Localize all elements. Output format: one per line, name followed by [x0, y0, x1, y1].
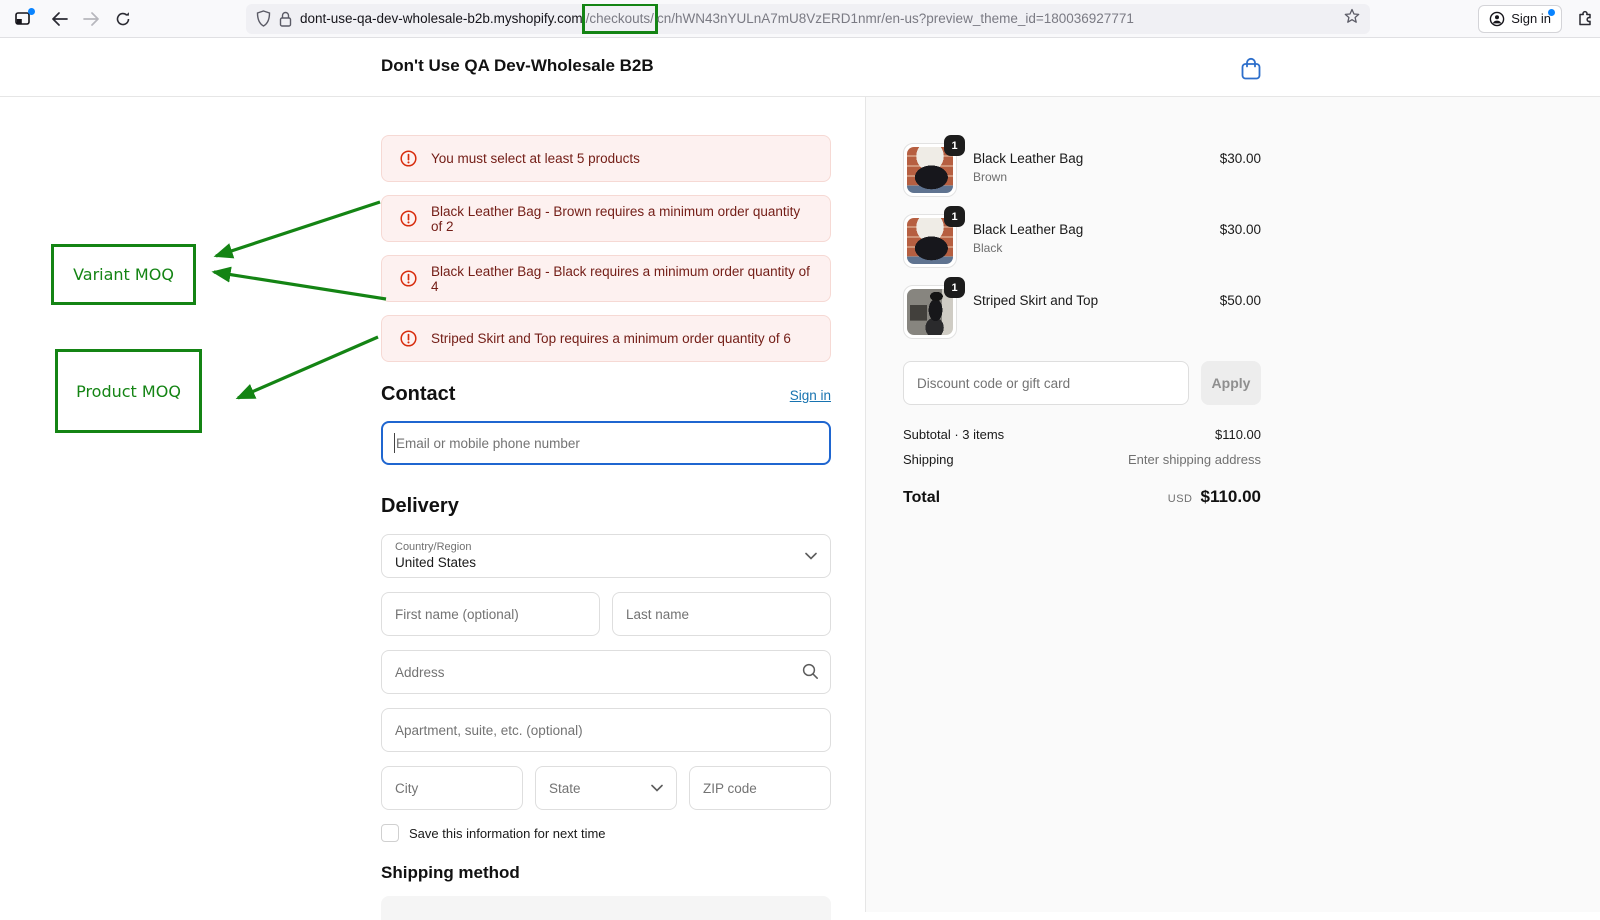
- currency-code: USD: [1168, 493, 1193, 505]
- save-info-label: Save this information for next time: [409, 826, 606, 841]
- error-message: Black Leather Bag - Brown requires a min…: [431, 204, 812, 234]
- product-variant: Black: [973, 241, 1220, 255]
- reload-button[interactable]: [108, 4, 138, 34]
- product-price: $50.00: [1220, 285, 1261, 308]
- product-variant: Brown: [973, 170, 1220, 184]
- browser-sign-in-label: Sign in: [1511, 11, 1551, 26]
- error-message: You must select at least 5 products: [431, 151, 640, 166]
- lock-icon[interactable]: [279, 11, 292, 27]
- order-summary-panel: 1 Black Leather Bag Brown $30.00 1 Black…: [865, 97, 1600, 912]
- discount-code-input[interactable]: [903, 361, 1189, 405]
- cart-item-black-leather-bag-black: 1 Black Leather Bag Black $30.00: [903, 214, 1261, 268]
- error-icon: [400, 330, 417, 347]
- apply-discount-button[interactable]: Apply: [1201, 361, 1261, 405]
- subtotal-value: $110.00: [1215, 427, 1261, 442]
- url-rest: cn/hWN43nYULnA7mU8VzERD1nmr/en-us?previe…: [657, 11, 1134, 26]
- shipping-method-heading: Shipping method: [381, 863, 831, 883]
- cart-item-black-leather-bag-brown: 1 Black Leather Bag Brown $30.00: [903, 143, 1261, 197]
- url-checkouts-segment: /checkouts/: [586, 11, 654, 26]
- extensions-icon[interactable]: [1570, 4, 1600, 34]
- annotation-variant-moq-label: Variant MOQ: [73, 265, 174, 284]
- state-placeholder: State: [549, 781, 581, 796]
- search-icon: [802, 663, 819, 680]
- notification-dot: [28, 8, 35, 15]
- product-thumbnail: 1: [903, 214, 957, 268]
- checkout-sign-in-link[interactable]: Sign in: [790, 388, 831, 403]
- country-select[interactable]: Country/Region United States: [381, 534, 831, 578]
- last-name-field[interactable]: [612, 592, 831, 636]
- back-button[interactable]: [44, 4, 74, 34]
- account-icon: [1489, 11, 1505, 27]
- tracking-shield-icon[interactable]: [256, 10, 271, 27]
- subtotal-label: Subtotal · 3 items: [903, 427, 1004, 442]
- error-icon: [400, 210, 417, 227]
- sign-in-notification-dot: [1548, 9, 1555, 16]
- apartment-field[interactable]: [381, 708, 831, 752]
- error-banner-min-products: You must select at least 5 products: [381, 135, 831, 182]
- error-icon: [400, 150, 417, 167]
- url-bar[interactable]: dont-use-qa-dev-wholesale-b2b.myshopify.…: [246, 4, 1370, 34]
- arrow-to-variant-moq-1: [216, 202, 380, 256]
- first-name-field[interactable]: [381, 592, 600, 636]
- checkout-header: Don't Use QA Dev-Wholesale B2B: [0, 38, 1600, 97]
- product-name: Black Leather Bag: [973, 222, 1220, 237]
- save-info-checkbox[interactable]: [381, 824, 399, 842]
- quantity-badge: 1: [944, 135, 965, 156]
- contact-heading: Contact: [381, 383, 455, 406]
- browser-sign-in-button[interactable]: Sign in: [1478, 5, 1562, 33]
- error-banner-product-moq: Striped Skirt and Top requires a minimum…: [381, 315, 831, 362]
- delivery-heading: Delivery: [381, 495, 459, 518]
- state-select[interactable]: State: [535, 766, 677, 810]
- forward-button[interactable]: [76, 4, 106, 34]
- error-message: Striped Skirt and Top requires a minimum…: [431, 331, 791, 346]
- product-thumbnail: 1: [903, 143, 957, 197]
- annotation-product-moq-label: Product MOQ: [76, 382, 181, 401]
- product-thumbnail: 1: [903, 285, 957, 339]
- store-title: Don't Use QA Dev-Wholesale B2B: [381, 56, 654, 76]
- text-caret: [394, 433, 395, 453]
- checkout-url-annotation-box: /checkouts/: [582, 4, 658, 34]
- total-label: Total: [903, 489, 940, 507]
- browser-toolbar: dont-use-qa-dev-wholesale-b2b.myshopify.…: [0, 0, 1600, 38]
- quantity-badge: 1: [944, 277, 965, 298]
- arrow-to-product-moq: [238, 337, 378, 398]
- annotation-variant-moq: Variant MOQ: [51, 244, 196, 305]
- checkout-form: You must select at least 5 products Blac…: [381, 135, 831, 920]
- country-label: Country/Region: [395, 541, 817, 553]
- error-message: Black Leather Bag - Black requires a min…: [431, 264, 812, 294]
- product-name: Striped Skirt and Top: [973, 293, 1220, 308]
- shipping-label: Shipping: [903, 452, 954, 467]
- chevron-down-icon: [651, 784, 663, 792]
- error-banner-black-variant-moq: Black Leather Bag - Black requires a min…: [381, 255, 831, 302]
- product-price: $30.00: [1220, 214, 1261, 237]
- quantity-badge: 1: [944, 206, 965, 227]
- total-value: $110.00: [1200, 487, 1261, 507]
- url-text: dont-use-qa-dev-wholesale-b2b.myshopify.…: [300, 4, 1344, 34]
- url-host: dont-use-qa-dev-wholesale-b2b.myshopify.…: [300, 11, 583, 26]
- bookmark-star-icon[interactable]: [1344, 8, 1360, 29]
- address-field[interactable]: [381, 650, 831, 694]
- zip-code-field[interactable]: [689, 766, 831, 810]
- cart-item-striped-skirt-and-top: 1 Striped Skirt and Top $50.00: [903, 285, 1261, 339]
- country-value: United States: [395, 555, 817, 570]
- chevron-down-icon: [805, 552, 817, 560]
- product-name: Black Leather Bag: [973, 151, 1220, 166]
- email-field[interactable]: [381, 421, 831, 465]
- error-banner-brown-variant-moq: Black Leather Bag - Brown requires a min…: [381, 195, 831, 242]
- city-field[interactable]: [381, 766, 523, 810]
- cart-bag-icon[interactable]: [1240, 57, 1262, 81]
- arrow-to-variant-moq-2: [214, 272, 386, 299]
- shipping-value: Enter shipping address: [1128, 452, 1261, 467]
- firefox-view-icon[interactable]: [8, 4, 38, 34]
- product-price: $30.00: [1220, 143, 1261, 166]
- annotation-product-moq: Product MOQ: [55, 349, 202, 433]
- shipping-method-option-stub[interactable]: [381, 896, 831, 920]
- error-icon: [400, 270, 417, 287]
